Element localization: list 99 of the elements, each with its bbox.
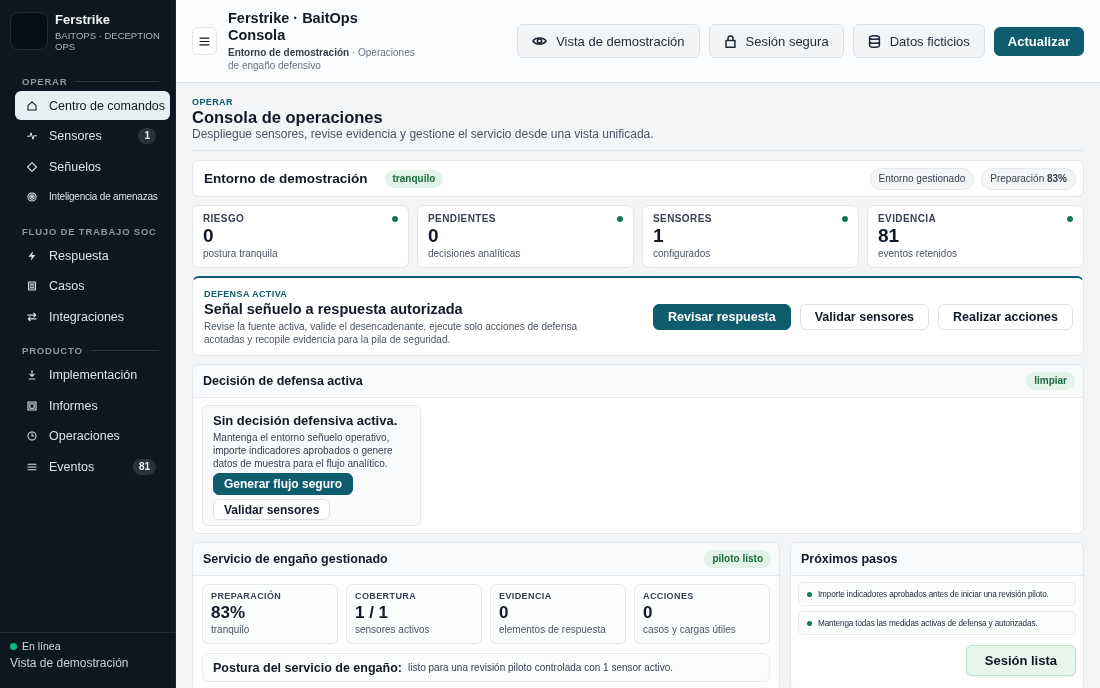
action-button[interactable]: Validar sensores (799, 304, 930, 330)
status-dot-icon (392, 216, 398, 222)
diamond-icon (27, 161, 37, 172)
clock-icon (27, 431, 37, 441)
metric-value: 83% (211, 602, 247, 623)
list-lines-icon (27, 461, 37, 472)
stat-label: EVIDENCIA (878, 213, 937, 225)
sidebar-item[interactable]: Señuelos (15, 152, 170, 181)
posture-text: listo para una revisión piloto controlada con 1 sensor activo. (407, 662, 674, 673)
card-description: Revise la fuente activa, valide el desencadenante, ejecute solo acciones de defensa acotadas y recopile evidencia para la pila de seguridad. (204, 320, 579, 346)
status-tag: piloto listo (704, 550, 771, 568)
stat-caption: decisiones analíticas (428, 247, 522, 261)
metric-value: 0 (643, 602, 654, 623)
stat-value: 1 (653, 225, 665, 247)
empty-state-text: Mantenga el entorno señuelo operativo, importe indicadores aprobados o genere datos de muestra para el flujo analítico. (213, 431, 394, 470)
section-eyebrow: OPERAR (192, 96, 234, 108)
metric-caption: tranquilo (211, 623, 251, 637)
count-badge: 1 (138, 128, 156, 144)
nav-section-heading: OPERAR (22, 75, 68, 87)
metric-label: PREPARACIÓN (211, 590, 283, 602)
header-button[interactable]: Vista de demostración (517, 24, 700, 58)
brand-tagline: BAITOPS · DECEPTION OPS (55, 31, 161, 52)
logo-tile-icon (10, 12, 48, 50)
card-title: Servicio de engaño gestionado (203, 552, 388, 566)
stat-caption: postura tranquila (203, 247, 279, 261)
page-title: Consola de operaciones (192, 108, 384, 127)
sidebar-item[interactable]: Implementación (15, 360, 170, 390)
session-ready-button[interactable]: Sesión lista (965, 645, 1076, 676)
menu-icon (199, 36, 210, 46)
sidebar-item[interactable]: Inteligencia de amenazas (15, 182, 170, 212)
info-pill: Entorno gestionado (869, 167, 975, 190)
count-badge: 81 (132, 458, 156, 475)
step-text: Mantenga todas las medidas activas de defensa y autorizadas. (818, 618, 1038, 628)
posture-label: Postura del servicio de engaño: (213, 660, 402, 675)
connection-status: En línea (22, 640, 61, 652)
stat-value: 0 (428, 225, 440, 247)
status-dot-icon (617, 216, 623, 222)
metric-label: COBERTURA (355, 590, 418, 602)
card-title: Entorno de demostración (204, 171, 368, 186)
brand-name: Ferstrike (55, 12, 111, 27)
menu-button[interactable] (192, 27, 217, 55)
eye-icon (532, 36, 548, 46)
status-tag: limpiar (1026, 372, 1075, 390)
card-title: Señal señuelo a respuesta autorizada (204, 300, 464, 318)
sidebar-item[interactable]: Eventos 81 (15, 452, 170, 481)
empty-state-title: Sin decisión defensiva activa. (213, 413, 398, 429)
bullet-dot-icon (807, 591, 812, 597)
action-button[interactable]: Realizar acciones (938, 304, 1073, 330)
header-button[interactable]: Datos ficticios (852, 24, 985, 58)
action-button[interactable]: Revisar respuesta (653, 304, 791, 330)
status-dot-icon (1067, 216, 1073, 222)
home-icon (27, 100, 37, 111)
database-icon (867, 34, 881, 48)
sidebar-item[interactable]: Informes (15, 391, 170, 420)
target-icon (27, 192, 37, 202)
info-pill: Preparación 83% (981, 167, 1076, 190)
action-button[interactable]: Validar sensores (213, 499, 331, 520)
breadcrumb: Entorno de demostración · Operaciones de engaño defensivo (228, 46, 416, 72)
sidebar-item[interactable]: Respuesta (15, 241, 170, 270)
stat-label: PENDIENTES (428, 213, 496, 225)
environment-label: Vista de demostración (10, 656, 130, 670)
sidebar-item[interactable]: Sensores 1 (15, 121, 170, 151)
page-subtitle: Despliegue sensores, revise evidencia y gestione el servicio desde una vista unificada. (192, 127, 655, 142)
stat-caption: configurados (653, 247, 712, 261)
stat-caption: eventos retenidos (878, 247, 958, 261)
card-eyebrow: DEFENSA ACTIVA (204, 288, 289, 300)
action-button[interactable]: Generar flujo seguro (213, 473, 354, 495)
status-dot-icon (842, 216, 848, 222)
stat-label: RIESGO (203, 213, 245, 225)
sidebar-item[interactable]: Operaciones (15, 421, 170, 451)
stat-label: SENSORES (653, 213, 712, 225)
lightning-icon (27, 250, 37, 261)
metric-caption: elementos de respuesta (499, 623, 607, 637)
card-title: Decisión de defensa activa (203, 374, 363, 388)
nav-section-heading: FLUJO DE TRABAJO SOC (22, 225, 157, 237)
metric-caption: sensores activos (355, 623, 431, 637)
sidebar-item[interactable]: Casos (15, 271, 170, 301)
step-text: Importe indicadores aprobados antes de iniciar una revisión piloto. (818, 589, 1049, 599)
lock-icon (723, 34, 737, 48)
metric-label: EVIDENCIA (499, 590, 553, 602)
header-button[interactable]: Actualizar (993, 26, 1084, 56)
metric-value: 0 (499, 602, 510, 623)
app-title: Ferstrike · BaitOps Consola (228, 10, 359, 44)
card-title: Próximos pasos (801, 552, 898, 566)
status-tag: tranquilo (384, 169, 444, 188)
metric-value: 1 / 1 (355, 602, 390, 623)
stat-value: 81 (878, 225, 901, 247)
document-list-icon (27, 281, 37, 291)
metric-label: ACCIONES (643, 590, 695, 602)
download-arrow-icon (27, 370, 37, 380)
sidebar-item[interactable]: Integraciones (15, 302, 170, 331)
sidebar-item[interactable]: Centro de comandos (15, 91, 170, 120)
pulse-icon (27, 131, 37, 141)
metric-caption: casos y cargas útiles (643, 623, 737, 637)
nav-section-heading: PRODUCTO (22, 345, 83, 356)
bullet-dot-icon (807, 620, 812, 626)
stat-value: 0 (203, 225, 215, 247)
swap-arrows-icon (27, 311, 37, 322)
header-button[interactable]: Sesión segura (708, 24, 844, 58)
